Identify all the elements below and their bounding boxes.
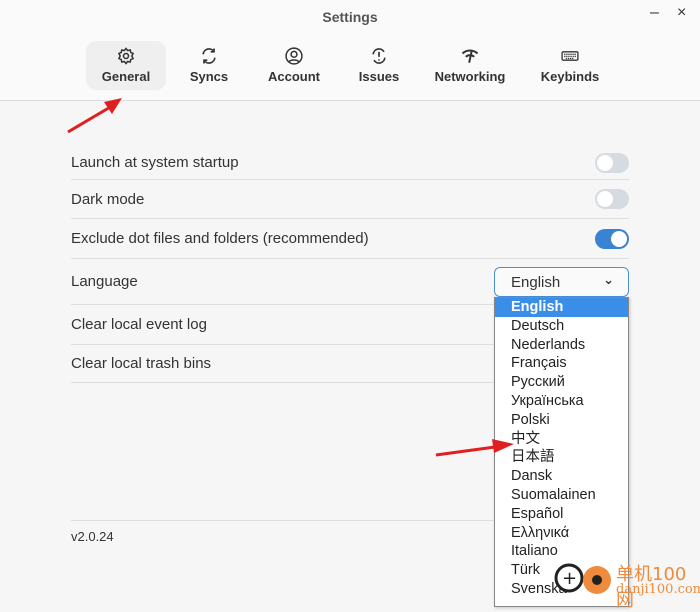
annotation-arrows (67, 98, 514, 457)
svg-text:+: + (562, 568, 577, 589)
watermark-logo: + 单机100网 danji100.com (552, 560, 700, 611)
red-arrow-icon (435, 439, 514, 457)
red-arrow-icon (67, 98, 122, 134)
